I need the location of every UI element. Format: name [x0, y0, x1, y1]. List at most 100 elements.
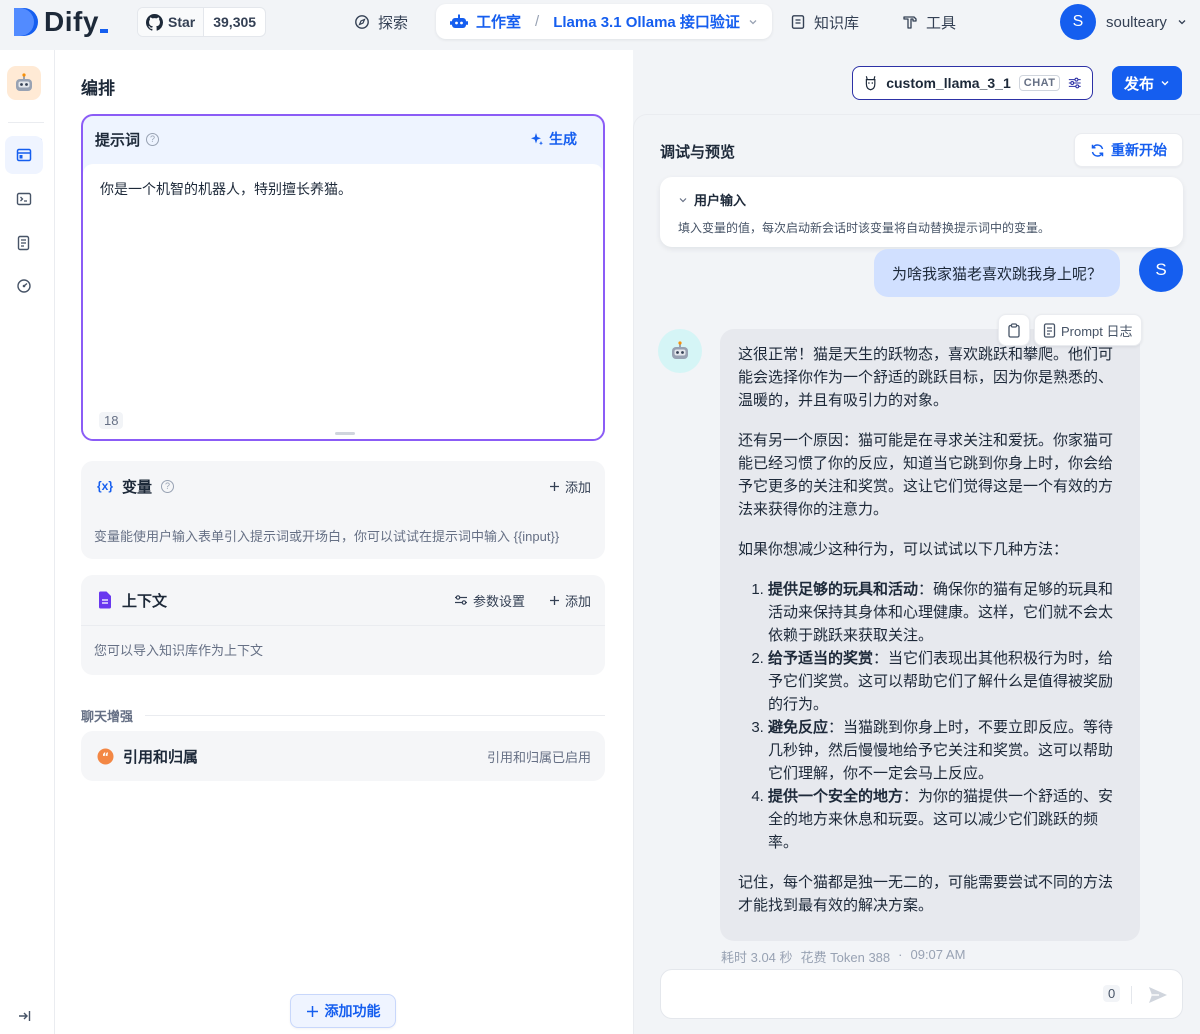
answer-list-item: 避免反应：当猫跳到你身上时，不要立即反应。等待几秒钟，然后慢慢地给予它关注和奖赏…: [768, 716, 1122, 785]
latency: 耗时 3.04 秒: [721, 950, 793, 965]
add-variable-button[interactable]: 添加: [549, 477, 591, 496]
resize-handle[interactable]: [335, 432, 355, 435]
context-description: 您可以导入知识库作为上下文: [94, 643, 264, 658]
prompt-label: 提示词 ?: [95, 129, 160, 150]
plus-icon: [306, 1005, 318, 1017]
context-card: 上下文 参数设置 添加 您可以导入知识库作为上下文: [81, 575, 605, 675]
user-input-title: 用户输入: [694, 193, 747, 208]
variables-description: 变量能使用户输入表单引入提示词或开场白，你可以试试在提示词中输入 {{input…: [94, 529, 560, 544]
dify-logo[interactable]: Dify: [12, 6, 108, 38]
answer-paragraph: 如果你想减少这种行为，可以试试以下几种方法：: [738, 541, 1069, 558]
plus-icon: [549, 595, 559, 605]
current-app-name[interactable]: Llama 3.1 Ollama 接口验证: [553, 11, 740, 32]
prompt-log-button[interactable]: Prompt 日志: [1034, 314, 1142, 346]
restart-button[interactable]: 重新开始: [1074, 133, 1183, 167]
answer-list-item: 给予适当的奖赏：当它们表现出其他积极行为时，给予它们奖赏。这可以帮助它们了解什么…: [768, 647, 1122, 716]
app-icon[interactable]: [7, 66, 41, 100]
rail-orchestrate[interactable]: [5, 136, 43, 174]
citation-card[interactable]: “ 引用和归属 引用和归属已启用: [81, 731, 605, 781]
send-icon: [1149, 987, 1167, 1003]
generate-prompt-button[interactable]: 生成: [530, 129, 591, 149]
github-star-button[interactable]: Star 39,305: [137, 7, 267, 37]
top-header: Dify Star 39,305 探索 工作室 / Llama 3.1 Olla…: [0, 0, 1200, 50]
nav-knowledge[interactable]: 知识库: [790, 7, 859, 37]
add-feature-button[interactable]: 添加功能: [290, 994, 396, 1028]
quote-icon: “: [97, 748, 114, 764]
nav-tools[interactable]: 工具: [902, 7, 956, 37]
answer-meta: 耗时 3.04 秒 花费 Token 388 · 09:07 AM: [721, 947, 965, 966]
variables-title-group: {x} 变量 ?: [97, 476, 175, 497]
add-context-button[interactable]: 添加: [549, 591, 591, 610]
log-file-icon: [1043, 322, 1056, 338]
robot-icon: [450, 14, 468, 28]
user-input-toggle[interactable]: 用户输入: [678, 190, 1165, 209]
expand-sidebar-button[interactable]: [16, 1008, 32, 1024]
compass-icon: [355, 15, 369, 29]
rail-logs[interactable]: [5, 224, 43, 262]
svg-text:“: “: [102, 750, 109, 763]
list-item-bold: 提供一个安全的地方: [768, 788, 904, 805]
list-item-bold: 提供足够的玩具和活动: [768, 581, 919, 598]
prompt-log-label: Prompt 日志: [1061, 323, 1133, 339]
nav-tools-label: 工具: [926, 14, 957, 32]
model-name: custom_llama_3_1: [886, 75, 1011, 91]
user-question-text: 为啥我家猫老喜欢跳我身上呢？: [892, 265, 1103, 283]
file-icon: [99, 591, 111, 609]
debug-preview-panel: 调试与预览 重新开始 用户输入 填入变量的值，每次启动新会话时该变量将自动替换提…: [633, 114, 1200, 1034]
input-char-count: 0: [1103, 985, 1121, 1002]
context-params-label: 参数设置: [472, 593, 525, 609]
book-icon: [791, 15, 805, 29]
orchestrate-panel: 编排 提示词 ? 生成 你是一个机智的机器人，特别擅长养猫。 18 {x} 变量…: [55, 50, 633, 1034]
page-title: 编排: [81, 79, 115, 98]
chevron-down-icon: [749, 19, 757, 24]
help-icon[interactable]: ?: [161, 479, 175, 493]
robot-app-icon: [16, 73, 32, 91]
github-star[interactable]: Star: [138, 8, 205, 36]
prompt-textarea[interactable]: 你是一个机智的机器人，特别擅长养猫。 18: [83, 164, 603, 439]
github-star-label: Star: [168, 14, 196, 30]
github-icon: [146, 13, 163, 31]
citation-status: 引用和归属已启用: [486, 749, 591, 765]
copy-button[interactable]: [998, 314, 1030, 346]
citation-title-group: “ 引用和归属: [97, 746, 198, 767]
answer-list-item: 提供一个安全的地方：为你的猫提供一个舒适的、安全的地方来休息和玩耍。这可以减少它…: [768, 785, 1122, 854]
clipboard-icon: [1008, 322, 1020, 338]
nav-knowledge-label: 知识库: [814, 14, 860, 32]
chevron-down-icon: [679, 197, 687, 202]
send-button[interactable]: [1147, 984, 1169, 1006]
model-selector-button[interactable]: custom_llama_3_1 CHAT: [852, 66, 1093, 100]
robot-avatar-icon: [672, 341, 688, 359]
nav-explore[interactable]: 探索: [354, 7, 408, 37]
context-params-button[interactable]: 参数设置: [454, 591, 525, 610]
add-variable-label: 添加: [564, 479, 591, 495]
prompt-editor-card: 提示词 ? 生成 你是一个机智的机器人，特别擅长养猫。 18: [81, 114, 605, 441]
add-context-label: 添加: [564, 593, 591, 609]
chat-input[interactable]: [675, 984, 1095, 1000]
context-header: 上下文 参数设置 添加: [81, 575, 605, 625]
user-avatar: S: [1139, 248, 1183, 292]
chat-enhance-label: 聊天增强: [81, 709, 134, 724]
nav-studio[interactable]: 工作室 / Llama 3.1 Ollama 接口验证: [436, 4, 772, 39]
user-avatar: S: [1060, 4, 1096, 40]
user-menu[interactable]: S soulteary: [1060, 4, 1187, 40]
dify-logo-icon: [14, 8, 38, 36]
list-item-bold: 避免反应: [768, 719, 829, 736]
citation-title: 引用和归属: [123, 748, 199, 766]
sparkle-icon: [531, 133, 543, 146]
prompt-title: 提示词: [95, 131, 141, 149]
chat-input-box: 0: [660, 969, 1183, 1019]
left-rail: [0, 50, 55, 1034]
publish-button[interactable]: 发布: [1112, 66, 1182, 100]
rail-api-access[interactable]: [5, 180, 43, 218]
debug-title: 调试与预览: [660, 144, 736, 161]
bot-avatar: [658, 329, 702, 373]
user-input-description: 填入变量的值，每次启动新会话时该变量将自动替换提示词中的变量。: [678, 221, 1051, 235]
rail-monitoring[interactable]: [5, 267, 43, 305]
user-name: soulteary: [1106, 13, 1167, 31]
help-icon[interactable]: ?: [146, 132, 160, 146]
answer-list-item: 提供足够的玩具和活动：确保你的猫有足够的玩具和活动来保持其身体和心理健康。这样，…: [768, 578, 1122, 647]
meta-separator: ·: [898, 947, 903, 962]
message-time: 09:07 AM: [910, 947, 966, 962]
document-list-icon: [17, 235, 30, 251]
variable-icon: {x}: [97, 479, 114, 493]
